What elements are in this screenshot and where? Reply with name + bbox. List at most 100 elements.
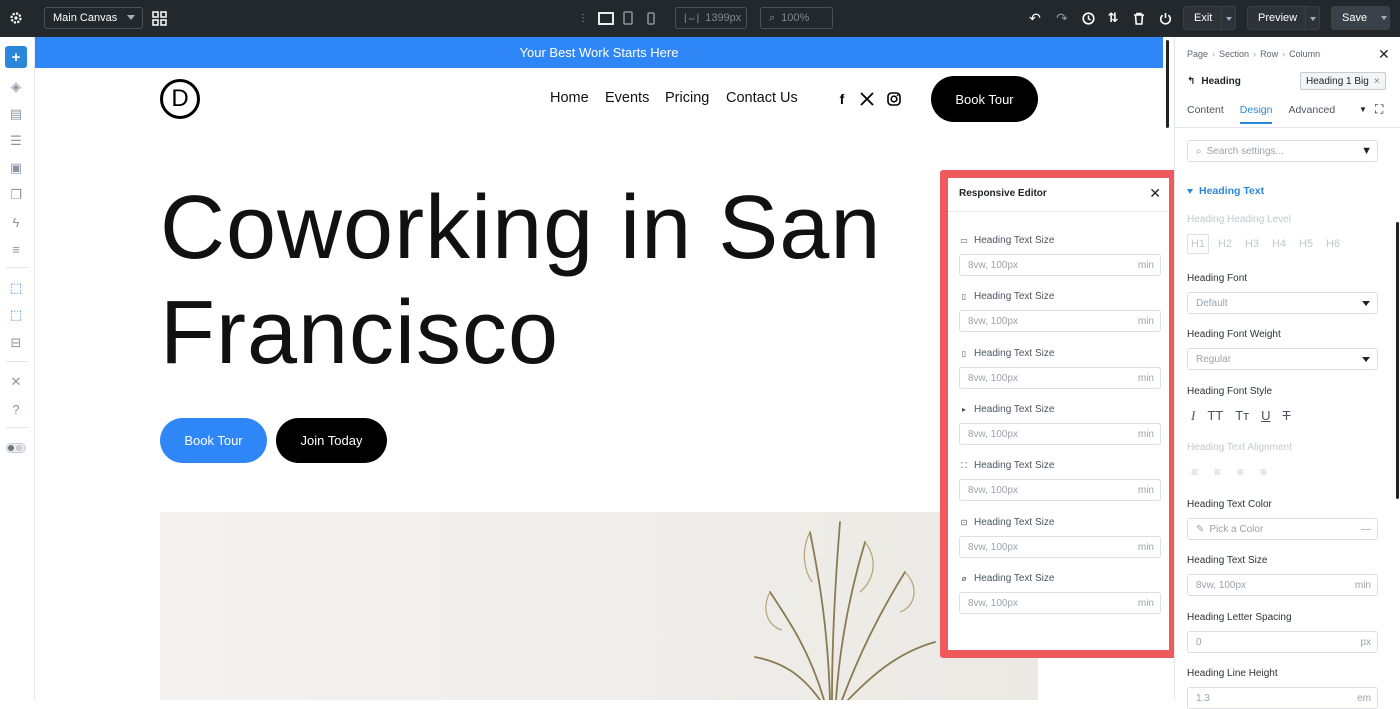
laptop-size-field[interactable]: 8vw, 100px min <box>959 536 1161 558</box>
layers-icon[interactable]: ◈ <box>5 76 27 98</box>
tools-icon[interactable]: ✕ <box>5 371 27 393</box>
letter-spacing-unit[interactable]: px <box>1360 637 1371 648</box>
heading-text-section-toggle[interactable]: Heading Text <box>1187 185 1264 197</box>
heading-level-h1[interactable]: H1 <box>1187 234 1209 254</box>
toggle-icon[interactable] <box>5 437 27 459</box>
tab-advanced[interactable]: Advanced <box>1288 104 1335 124</box>
nav-contact-us[interactable]: Contact Us <box>726 90 798 106</box>
undo-icon[interactable]: ↶ <box>1027 10 1043 26</box>
breadcrumb-page[interactable]: Page <box>1187 49 1208 59</box>
hero-book-tour-button[interactable]: Book Tour <box>160 418 267 463</box>
exit-button[interactable]: Exit <box>1183 6 1236 31</box>
heading-size-unit[interactable]: min <box>1355 580 1371 591</box>
redo-icon[interactable]: ↷ <box>1054 10 1070 26</box>
letter-spacing-input[interactable]: 0 px <box>1187 631 1378 653</box>
site-logo[interactable]: D <box>160 79 200 119</box>
tabs-overflow-icon[interactable]: ▼ <box>1359 105 1367 114</box>
phone-view-icon[interactable] <box>646 10 656 26</box>
instagram-icon[interactable] <box>886 91 902 107</box>
forms-icon[interactable]: ▣ <box>5 157 27 179</box>
responsive-cursor-icon[interactable]: ⬚ <box>5 277 27 299</box>
drag-handle-icon[interactable]: ⋮ <box>578 10 588 26</box>
hero-heading-line-1[interactable]: Coworking in San <box>160 183 881 273</box>
remove-preset-icon[interactable]: × <box>1374 76 1380 87</box>
align-justify-icon[interactable]: ≡ <box>1260 465 1267 479</box>
hero-heading-line-2[interactable]: Francisco <box>160 288 559 378</box>
canvas-scrollbar[interactable] <box>1166 40 1169 128</box>
library-icon[interactable]: ▤ <box>5 103 27 125</box>
pages-icon[interactable]: ❐ <box>5 184 27 206</box>
tablet-narrow-size-field[interactable]: 8vw, 100px min <box>959 367 1161 389</box>
heading-size-input[interactable]: 8vw, 100px min <box>1187 574 1378 596</box>
close-icon[interactable]: ✕ <box>1149 185 1161 202</box>
nav-home[interactable]: Home <box>550 90 589 106</box>
heading-level-h6[interactable]: H6 <box>1322 234 1344 254</box>
close-icon[interactable]: ✕ <box>1378 46 1390 63</box>
unit-label[interactable]: min <box>1138 429 1154 440</box>
unit-label[interactable]: min <box>1138 542 1154 553</box>
header-book-tour-button[interactable]: Book Tour <box>931 76 1038 122</box>
settings-gear-icon[interactable] <box>8 10 24 26</box>
panel-scrollbar[interactable] <box>1396 222 1399 499</box>
clear-color-icon[interactable]: — <box>1361 524 1371 535</box>
tab-content[interactable]: Content <box>1187 104 1224 124</box>
wireframe-icon[interactable]: ⊟ <box>5 332 27 354</box>
phone-wide-size-field[interactable]: 8vw, 100px min <box>959 479 1161 501</box>
breadcrumb-row[interactable]: Row <box>1260 49 1278 59</box>
line-height-input[interactable]: 1.3 em <box>1187 687 1378 709</box>
line-height-unit[interactable]: em <box>1357 693 1371 704</box>
hero-image[interactable] <box>160 512 1038 700</box>
back-arrow-icon[interactable]: ↰ <box>1187 76 1195 87</box>
breadcrumb-column[interactable]: Column <box>1289 49 1320 59</box>
settings-list-icon[interactable]: ≡ <box>5 238 27 260</box>
lightning-icon[interactable]: ϟ <box>5 211 27 233</box>
desktop-view-icon[interactable] <box>597 10 615 26</box>
save-dropdown-icon[interactable] <box>1376 6 1390 30</box>
breadcrumb-section[interactable]: Section <box>1219 49 1249 59</box>
strikethrough-button[interactable]: T <box>1283 408 1291 424</box>
heading-level-h4[interactable]: H4 <box>1268 234 1290 254</box>
preview-button[interactable]: Preview <box>1247 6 1320 31</box>
align-center-icon[interactable]: ≡ <box>1214 465 1221 479</box>
unit-label[interactable]: min <box>1138 316 1154 327</box>
align-right-icon[interactable]: ≡ <box>1237 465 1244 479</box>
settings-search-input[interactable]: ⌕ Search settings... ▼ <box>1187 140 1378 162</box>
grid-layout-icon[interactable] <box>151 10 167 26</box>
heading-weight-select[interactable]: Regular <box>1187 348 1378 370</box>
canvas-selector[interactable]: Main Canvas <box>44 7 143 29</box>
multi-select-icon[interactable]: ⬚ <box>5 304 27 326</box>
heading-font-select[interactable]: Default <box>1187 292 1378 314</box>
capitalize-button[interactable]: Tт <box>1235 408 1249 424</box>
join-today-button[interactable]: Join Today <box>276 418 387 463</box>
canvas-width-input[interactable]: |⇔| 1399px <box>675 7 747 29</box>
tab-design[interactable]: Design <box>1239 104 1273 124</box>
heading-level-h3[interactable]: H3 <box>1241 234 1263 254</box>
nav-pricing[interactable]: Pricing <box>665 90 709 106</box>
unit-label[interactable]: min <box>1138 485 1154 496</box>
tablet-view-icon[interactable] <box>622 10 634 26</box>
underline-button[interactable]: U <box>1261 408 1270 424</box>
exit-dropdown-icon[interactable] <box>1221 7 1235 31</box>
tablet-size-field[interactable]: 8vw, 100px min <box>959 310 1161 332</box>
heading-color-picker[interactable]: ✎ Pick a Color — <box>1187 518 1378 540</box>
unit-label[interactable]: min <box>1138 598 1154 609</box>
unit-label[interactable]: min <box>1138 373 1154 384</box>
trash-icon[interactable] <box>1131 10 1147 26</box>
sort-arrows-icon[interactable]: ⇅ <box>1105 10 1121 26</box>
ultrawide-size-field[interactable]: 8vw, 100px min <box>959 592 1161 614</box>
power-icon[interactable] <box>1157 10 1173 26</box>
desktop-size-field[interactable]: 8vw, 100px min <box>959 254 1161 276</box>
help-icon[interactable]: ? <box>5 398 27 420</box>
x-twitter-icon[interactable] <box>859 91 875 107</box>
history-clock-icon[interactable] <box>1080 10 1096 26</box>
nav-events[interactable]: Events <box>605 90 649 106</box>
save-button[interactable]: Save <box>1331 6 1390 30</box>
uppercase-button[interactable]: TT <box>1207 408 1223 424</box>
preview-dropdown-icon[interactable] <box>1305 7 1319 31</box>
italic-button[interactable]: I <box>1191 408 1195 424</box>
phone-size-field[interactable]: 8vw, 100px min <box>959 423 1161 445</box>
database-icon[interactable]: ☰ <box>5 130 27 152</box>
preset-badge[interactable]: Heading 1 Big × <box>1300 72 1386 90</box>
facebook-icon[interactable]: f <box>834 91 850 107</box>
expand-icon[interactable]: ⛶ <box>1375 102 1383 117</box>
